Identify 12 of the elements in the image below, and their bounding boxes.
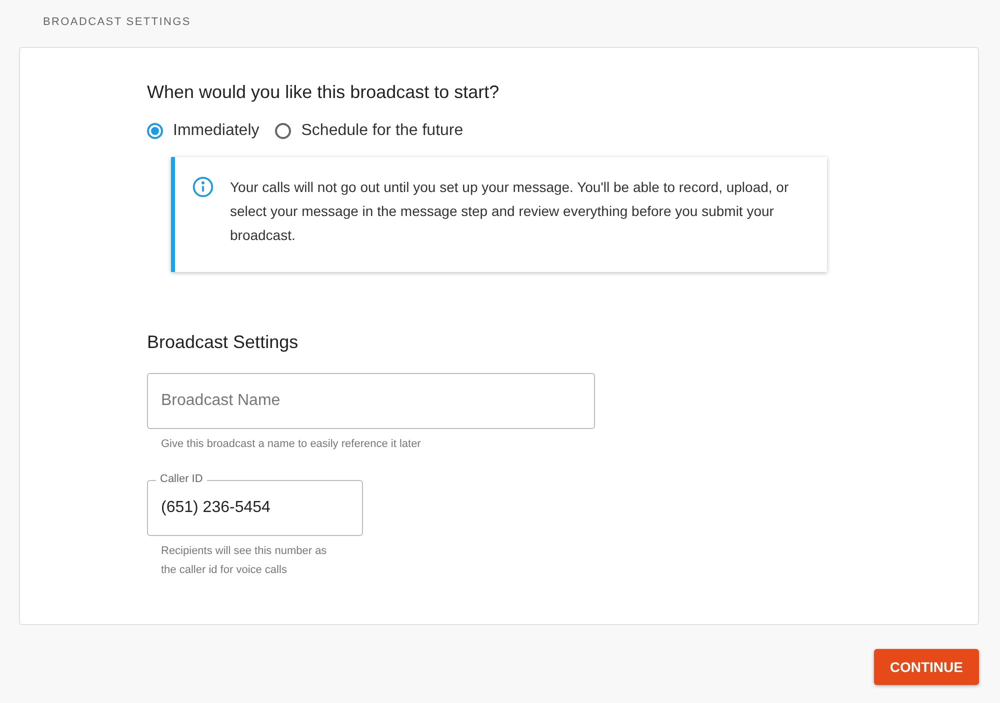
section-heading: When would you like this broadcast to start? <box>147 82 500 103</box>
field-label: Caller ID <box>156 473 207 485</box>
section-heading: Broadcast Settings <box>147 332 300 353</box>
input-field[interactable]: Broadcast Name <box>147 373 595 429</box>
helper-text: Give this broadcast a name to easily reference it later <box>161 437 422 452</box>
radio-option[interactable]: Schedule for the future <box>275 122 464 140</box>
radio-option[interactable]: Immediately <box>147 122 260 140</box>
continue-button[interactable]: CONTINUE <box>874 649 979 685</box>
helper-text: Recipients will see this number as the caller id for voice calls <box>161 544 328 578</box>
info-text: Your calls will not go out until you set up your message. You'll be able to record, upload, or select your message in the message step and review everything before you submit your broadcast. <box>230 178 790 245</box>
info-icon <box>192 176 214 198</box>
page-title: BROADCAST SETTINGS <box>42 15 192 30</box>
